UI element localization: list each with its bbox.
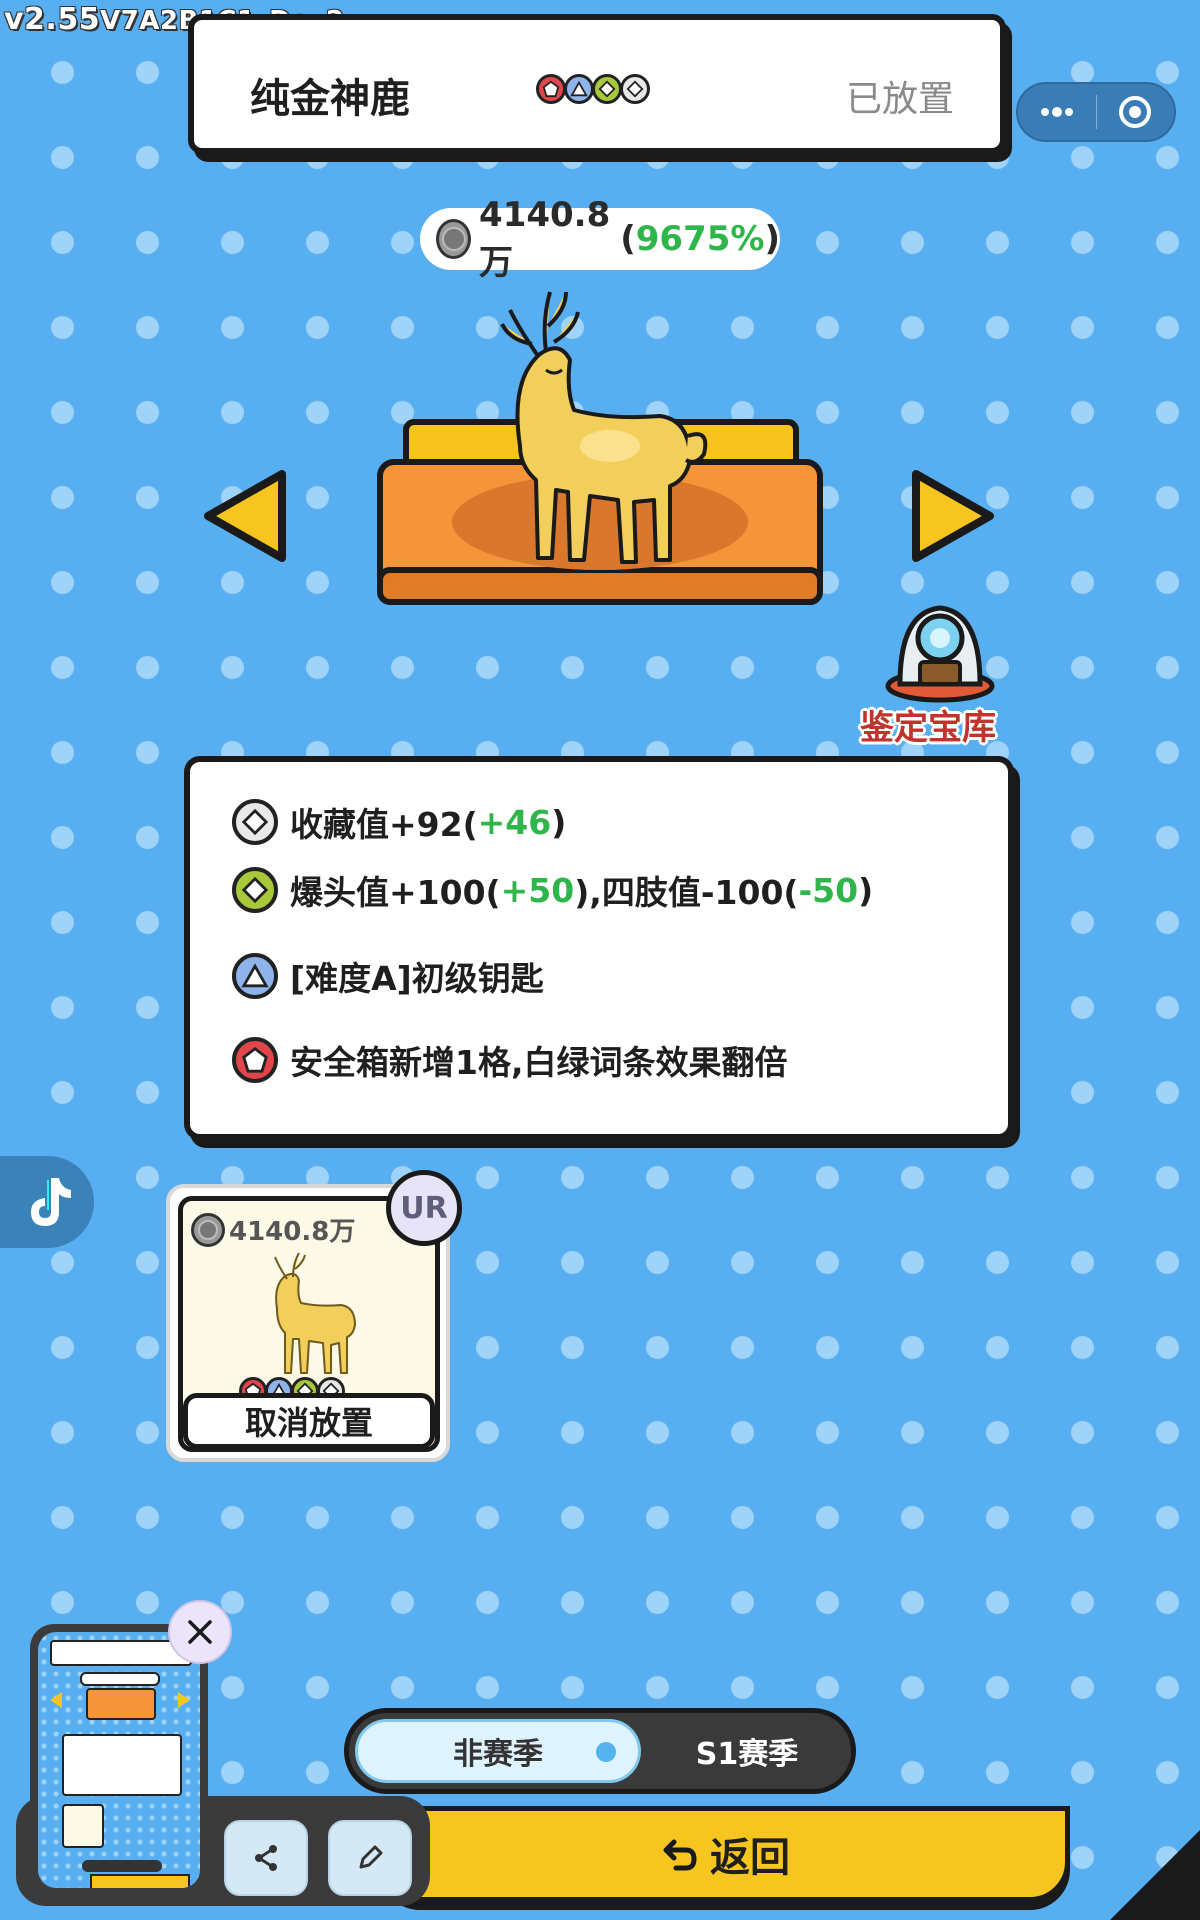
season-toggle: 非赛季 S1赛季 (344, 1708, 856, 1794)
coin-icon (436, 219, 472, 259)
effect-row-headshot: 爆头值+100(+50),四肢值-100(-50) (232, 866, 873, 914)
edit-button[interactable] (328, 1820, 412, 1896)
placement-status: 已放置 (845, 79, 954, 120)
s1-season-tab[interactable]: S1赛季 (649, 1719, 845, 1783)
target-icon[interactable] (1097, 84, 1175, 140)
vault-button[interactable] (880, 598, 1000, 708)
diamond-white-icon (620, 74, 650, 104)
off-season-tab[interactable]: 非赛季 (355, 1719, 641, 1783)
next-arrow-button[interactable] (906, 466, 998, 566)
effect-row-key: [难度A]初级钥匙 (232, 952, 544, 1000)
affix-icons (536, 74, 650, 104)
item-title-panel: 纯金神鹿 已放置 (188, 14, 1006, 154)
deer-thumbnail (257, 1249, 367, 1383)
vault-label[interactable]: 鉴定宝库 (860, 700, 996, 749)
item-name: 纯金神鹿 (250, 76, 410, 122)
diamond-green-icon (232, 867, 278, 913)
pentagon-red-icon (232, 1037, 278, 1083)
more-icon[interactable] (1018, 84, 1096, 140)
effect-row-collect: 收藏值+92(+46) (232, 798, 566, 846)
triangle-blue-icon (564, 74, 594, 104)
return-button[interactable]: 返回 (380, 1806, 1070, 1902)
close-icon (188, 1620, 212, 1644)
diamond-white-icon (232, 799, 278, 845)
share-icon (255, 1845, 277, 1871)
pentagon-red-icon (536, 74, 566, 104)
rarity-badge: UR (386, 1170, 462, 1246)
item-value-bubble: 4140.8万(9675%) (420, 195, 780, 283)
return-icon (663, 1839, 697, 1871)
share-button[interactable] (224, 1820, 308, 1896)
preview-screen (38, 1632, 200, 1888)
triangle-blue-icon (232, 953, 278, 999)
selected-dot (596, 1742, 616, 1762)
miniprogram-capsule (1016, 82, 1176, 142)
display-pedestal (370, 270, 830, 640)
effect-row-safebox: 安全箱新增1格,白绿词条效果翻倍 (232, 1036, 788, 1084)
prev-arrow-button[interactable] (200, 466, 292, 566)
screenshot-preview[interactable] (30, 1624, 208, 1896)
screen-corner (1110, 1830, 1200, 1920)
cancel-placement-button[interactable]: 取消放置 (183, 1393, 435, 1447)
effects-panel: 收藏值+92(+46) 爆头值+100(+50),四肢值-100(-50) [难… (184, 756, 1014, 1140)
value-percent: 9675% (635, 219, 765, 259)
diamond-green-icon (592, 74, 622, 104)
card-value: 4140.8万 (191, 1211, 355, 1248)
pencil-icon (359, 1845, 383, 1869)
close-preview-button[interactable] (168, 1600, 232, 1664)
coin-icon (191, 1212, 225, 1247)
tiktok-icon[interactable] (0, 1156, 94, 1248)
